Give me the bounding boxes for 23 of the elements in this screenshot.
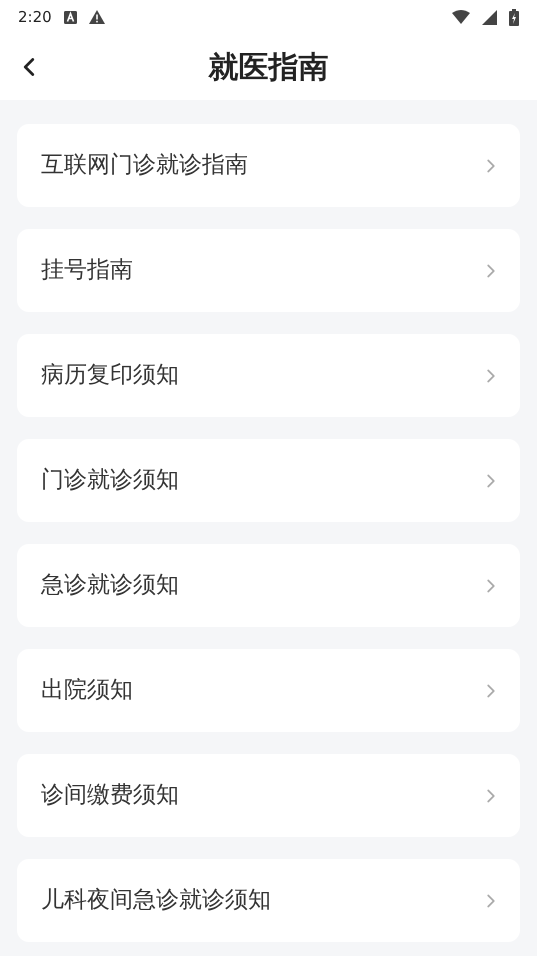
battery-icon: [509, 8, 519, 26]
item-label: 诊间缴费须知: [41, 781, 180, 810]
page-title: 就医指南: [208, 48, 328, 86]
app-notification-icon: [64, 10, 77, 24]
item-label: 互联网门诊就诊指南: [41, 151, 249, 180]
guide-list-item[interactable]: 急诊就诊须知: [17, 544, 520, 627]
signal-icon: [482, 10, 497, 24]
status-time: 2:20: [18, 6, 52, 28]
item-label: 病历复印须知: [41, 361, 180, 390]
item-label: 儿科夜间急诊就诊须知: [41, 886, 272, 916]
guide-list-item[interactable]: 门诊就诊须知: [17, 439, 520, 522]
guide-list-item[interactable]: 互联网门诊就诊指南: [17, 124, 520, 207]
item-label: 门诊就诊须知: [41, 466, 180, 496]
item-label: 急诊就诊须知: [41, 571, 180, 600]
wifi-icon: [452, 10, 470, 24]
item-label: 挂号指南: [41, 256, 134, 286]
guide-list-item[interactable]: 病历复印须知: [17, 334, 520, 417]
guide-list-item[interactable]: 儿科夜间急诊就诊须知: [17, 859, 520, 942]
guide-list-item[interactable]: 出院须知: [17, 649, 520, 732]
guide-list-item[interactable]: 挂号指南: [17, 229, 520, 312]
warning-icon: [88, 10, 105, 24]
item-label: 出院须知: [41, 676, 134, 706]
guide-list-item[interactable]: 诊间缴费须知: [17, 754, 520, 837]
